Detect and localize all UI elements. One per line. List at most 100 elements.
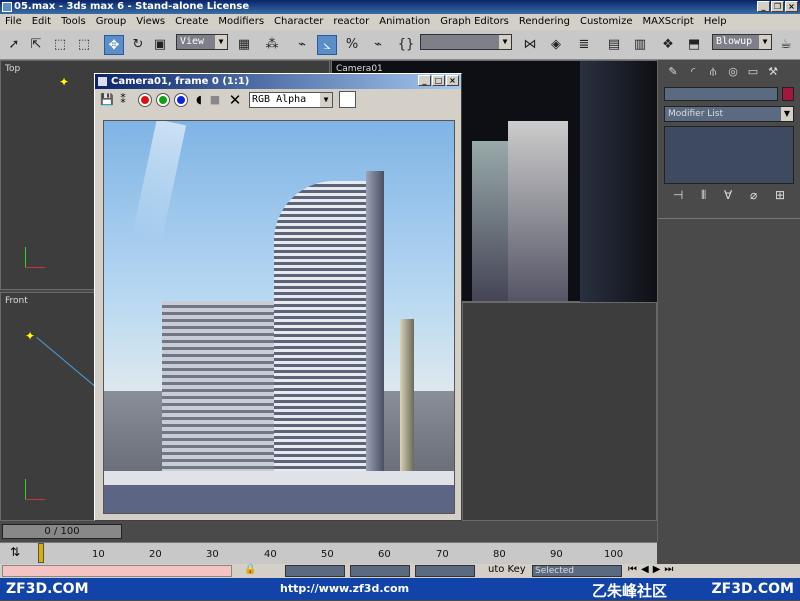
clear-icon[interactable]: ✕ — [227, 92, 243, 108]
configure-sets-icon[interactable]: ⊞ — [775, 188, 785, 203]
region-select-icon[interactable]: ⬚ — [50, 35, 70, 55]
color-swatch[interactable] — [339, 91, 356, 108]
display-tab-icon[interactable]: ▭ — [744, 64, 762, 80]
named-selection-dropdown[interactable]: ▼ — [420, 34, 512, 50]
close-button[interactable]: × — [446, 75, 459, 86]
sun-glare — [131, 121, 187, 243]
motion-tab-icon[interactable]: ◎ — [724, 64, 742, 80]
alpha-channel-icon[interactable]: ◖ — [191, 92, 207, 108]
red-channel-icon[interactable] — [139, 94, 151, 106]
menu-customize[interactable]: Customize — [575, 14, 638, 30]
render-scene-icon[interactable]: ⬒ — [684, 35, 704, 55]
hierarchy-tab-icon[interactable]: ⫛ — [704, 64, 722, 80]
modifier-list-dropdown[interactable]: Modifier List ▼ — [664, 106, 794, 122]
green-channel-icon[interactable] — [157, 94, 169, 106]
menu-tools[interactable]: Tools — [56, 14, 91, 30]
menu-reactor[interactable]: reactor — [328, 14, 374, 30]
menu-character[interactable]: Character — [269, 14, 328, 30]
tick-label: 30 — [206, 549, 219, 560]
channel-dropdown[interactable]: RGB Alpha ▼ — [249, 92, 333, 108]
remove-modifier-icon[interactable]: ⌀ — [750, 188, 757, 203]
tick-label: 40 — [264, 549, 277, 560]
menu-maxscript[interactable]: MAXScript — [637, 14, 698, 30]
playback-controls-icon[interactable]: ⏮◀▶⏭ — [628, 564, 677, 575]
menu-graph-editors[interactable]: Graph Editors — [435, 14, 514, 30]
menu-bar: File Edit Tools Group Views Create Modif… — [0, 14, 800, 30]
menu-file[interactable]: File — [0, 14, 27, 30]
scale-icon[interactable]: ▣ — [150, 35, 170, 55]
watermark-banner: ZF3D.COM http://www.zf3d.com 乙朱峰社区 ZF3D.… — [0, 578, 800, 600]
building-tower-edge — [366, 171, 384, 471]
select-by-name-icon[interactable]: ⇱ — [26, 35, 46, 55]
menu-help[interactable]: Help — [699, 14, 732, 30]
menu-group[interactable]: Group — [91, 14, 131, 30]
align-icon[interactable]: ◈ — [546, 35, 566, 55]
axis-y-icon — [25, 247, 26, 267]
chevron-down-icon: ▼ — [759, 35, 771, 49]
modifier-stack[interactable] — [664, 126, 794, 184]
minimize-button[interactable]: _ — [418, 75, 431, 86]
named-selection-icon[interactable]: {} — [396, 35, 416, 55]
window-crossing-icon[interactable]: ⬚ — [74, 35, 94, 55]
menu-animation[interactable]: Animation — [374, 14, 435, 30]
watermark-url: http://www.zf3d.com — [280, 582, 410, 595]
quick-render-icon[interactable]: ☕ — [776, 35, 796, 55]
auto-key-button[interactable]: uto Key — [488, 564, 526, 575]
pin-stack-icon[interactable]: ⊣ — [673, 188, 683, 203]
layer-manager-icon[interactable]: ≣ — [574, 35, 594, 55]
time-slider[interactable]: 0 / 100 — [2, 524, 122, 539]
pivot-icon[interactable]: ▦ — [234, 35, 254, 55]
utilities-tab-icon[interactable]: ⚒ — [764, 64, 782, 80]
render-type-dropdown[interactable]: Blowup ▼ — [712, 34, 772, 50]
viewport-perspective[interactable] — [462, 302, 657, 521]
track-bar-toggle-icon[interactable]: ⇅ — [10, 545, 20, 559]
snap-icon[interactable]: ⌁ — [292, 35, 312, 55]
render-frame-title: Camera01, frame 0 (1:1) — [111, 76, 250, 87]
menu-views[interactable]: Views — [131, 14, 170, 30]
clone-icon[interactable]: ⁑ — [115, 92, 131, 108]
render-frame-window[interactable]: Camera01, frame 0 (1:1) _ □ × 💾 ⁑ ◖ ■ ✕ … — [94, 73, 462, 521]
selected-dropdown[interactable]: Selected — [532, 565, 622, 577]
maxscript-listener[interactable] — [2, 565, 232, 577]
mirror-icon[interactable]: ⋈ — [520, 35, 540, 55]
object-color-swatch[interactable] — [782, 87, 794, 101]
material-editor-icon[interactable]: ❖ — [658, 35, 678, 55]
track-bar[interactable]: ⇅ 10 20 30 40 50 60 70 80 90 100 — [0, 542, 657, 564]
z-coord-field[interactable] — [415, 565, 475, 577]
select-manipulate-icon[interactable]: ⁂ — [262, 35, 282, 55]
watermark-left: ZF3D.COM — [6, 581, 89, 597]
rotate-icon[interactable]: ↻ — [128, 35, 148, 55]
chevron-down-icon: ▼ — [215, 35, 227, 49]
lock-icon[interactable]: 🔒 — [244, 564, 256, 575]
select-icon[interactable]: ➚ — [4, 35, 24, 55]
show-end-result-icon[interactable]: ⫴ — [701, 188, 706, 203]
save-icon[interactable]: 💾 — [99, 92, 115, 108]
make-unique-icon[interactable]: ∀ — [724, 188, 732, 203]
object-name-field[interactable] — [664, 87, 778, 101]
percent-snap-icon[interactable]: % — [342, 35, 362, 55]
current-frame-marker[interactable] — [38, 543, 44, 563]
monochrome-icon[interactable]: ■ — [207, 92, 223, 108]
spinner-snap-icon[interactable]: ⌁ — [368, 35, 388, 55]
watermark-chinese: 乙朱峰社区 — [592, 582, 668, 600]
ref-coord-dropdown[interactable]: View ▼ — [176, 34, 228, 50]
modify-tab-icon[interactable]: ◜ — [684, 64, 702, 80]
curve-editor-icon[interactable]: ▤ — [604, 35, 624, 55]
camera-icon: ✦ — [59, 75, 70, 89]
menu-edit[interactable]: Edit — [27, 14, 56, 30]
maximize-button[interactable]: □ — [432, 75, 445, 86]
restore-button[interactable]: ❐ — [771, 1, 784, 12]
menu-create[interactable]: Create — [170, 14, 213, 30]
angle-snap-icon[interactable]: ⦣ — [317, 35, 337, 55]
x-coord-field[interactable] — [285, 565, 345, 577]
time-slider-bar: 0 / 100 — [0, 521, 657, 542]
blue-channel-icon[interactable] — [175, 94, 187, 106]
schematic-view-icon[interactable]: ▥ — [630, 35, 650, 55]
menu-rendering[interactable]: Rendering — [514, 14, 575, 30]
y-coord-field[interactable] — [350, 565, 410, 577]
menu-modifiers[interactable]: Modifiers — [213, 14, 269, 30]
move-icon[interactable]: ✥ — [104, 35, 124, 55]
minimize-button[interactable]: _ — [757, 1, 770, 12]
close-button[interactable]: × — [785, 1, 798, 12]
create-tab-icon[interactable]: ✎ — [664, 64, 682, 80]
